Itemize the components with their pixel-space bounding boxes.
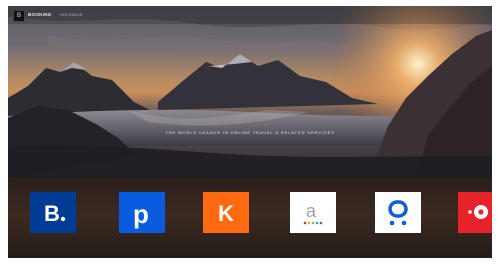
svg-text:K: K (218, 201, 234, 226)
opentable-icon[interactable] (458, 192, 492, 233)
booking-icon[interactable]: B (30, 192, 76, 233)
top-navigation-bar: B BOOKING HOLDINGS (8, 6, 492, 24)
svg-text:p: p (133, 199, 149, 229)
hero-banner: B BOOKING HOLDINGS THE WORLD LEADER IN O… (8, 6, 492, 178)
svg-text:B: B (44, 201, 60, 226)
brand-name[interactable]: BOOKING (28, 12, 52, 17)
brand-tile-rentalcars[interactable] (375, 192, 421, 237)
mountain-landscape-image (8, 6, 492, 178)
brand-subtitle: HOLDINGS (60, 12, 83, 17)
rentalcars-icon[interactable] (375, 192, 421, 233)
site-logo-icon[interactable]: B (13, 10, 25, 22)
brand-tile-priceline[interactable]: p (119, 192, 165, 237)
agoda-icon[interactable]: a (290, 192, 336, 233)
hero-tagline: THE WORLD LEADER IN ONLINE TRAVEL & RELA… (165, 130, 335, 135)
brand-tile-opentable[interactable] (458, 192, 492, 237)
kayak-icon[interactable]: K (203, 192, 249, 233)
brand-tile-agoda[interactable]: a (290, 192, 336, 237)
brand-tile-booking[interactable]: B (30, 192, 76, 237)
brand-tile-kayak[interactable]: K (203, 192, 249, 237)
page-frame: B BOOKING HOLDINGS THE WORLD LEADER IN O… (8, 6, 492, 258)
priceline-icon[interactable]: p (119, 192, 165, 233)
svg-text:a: a (306, 201, 317, 221)
